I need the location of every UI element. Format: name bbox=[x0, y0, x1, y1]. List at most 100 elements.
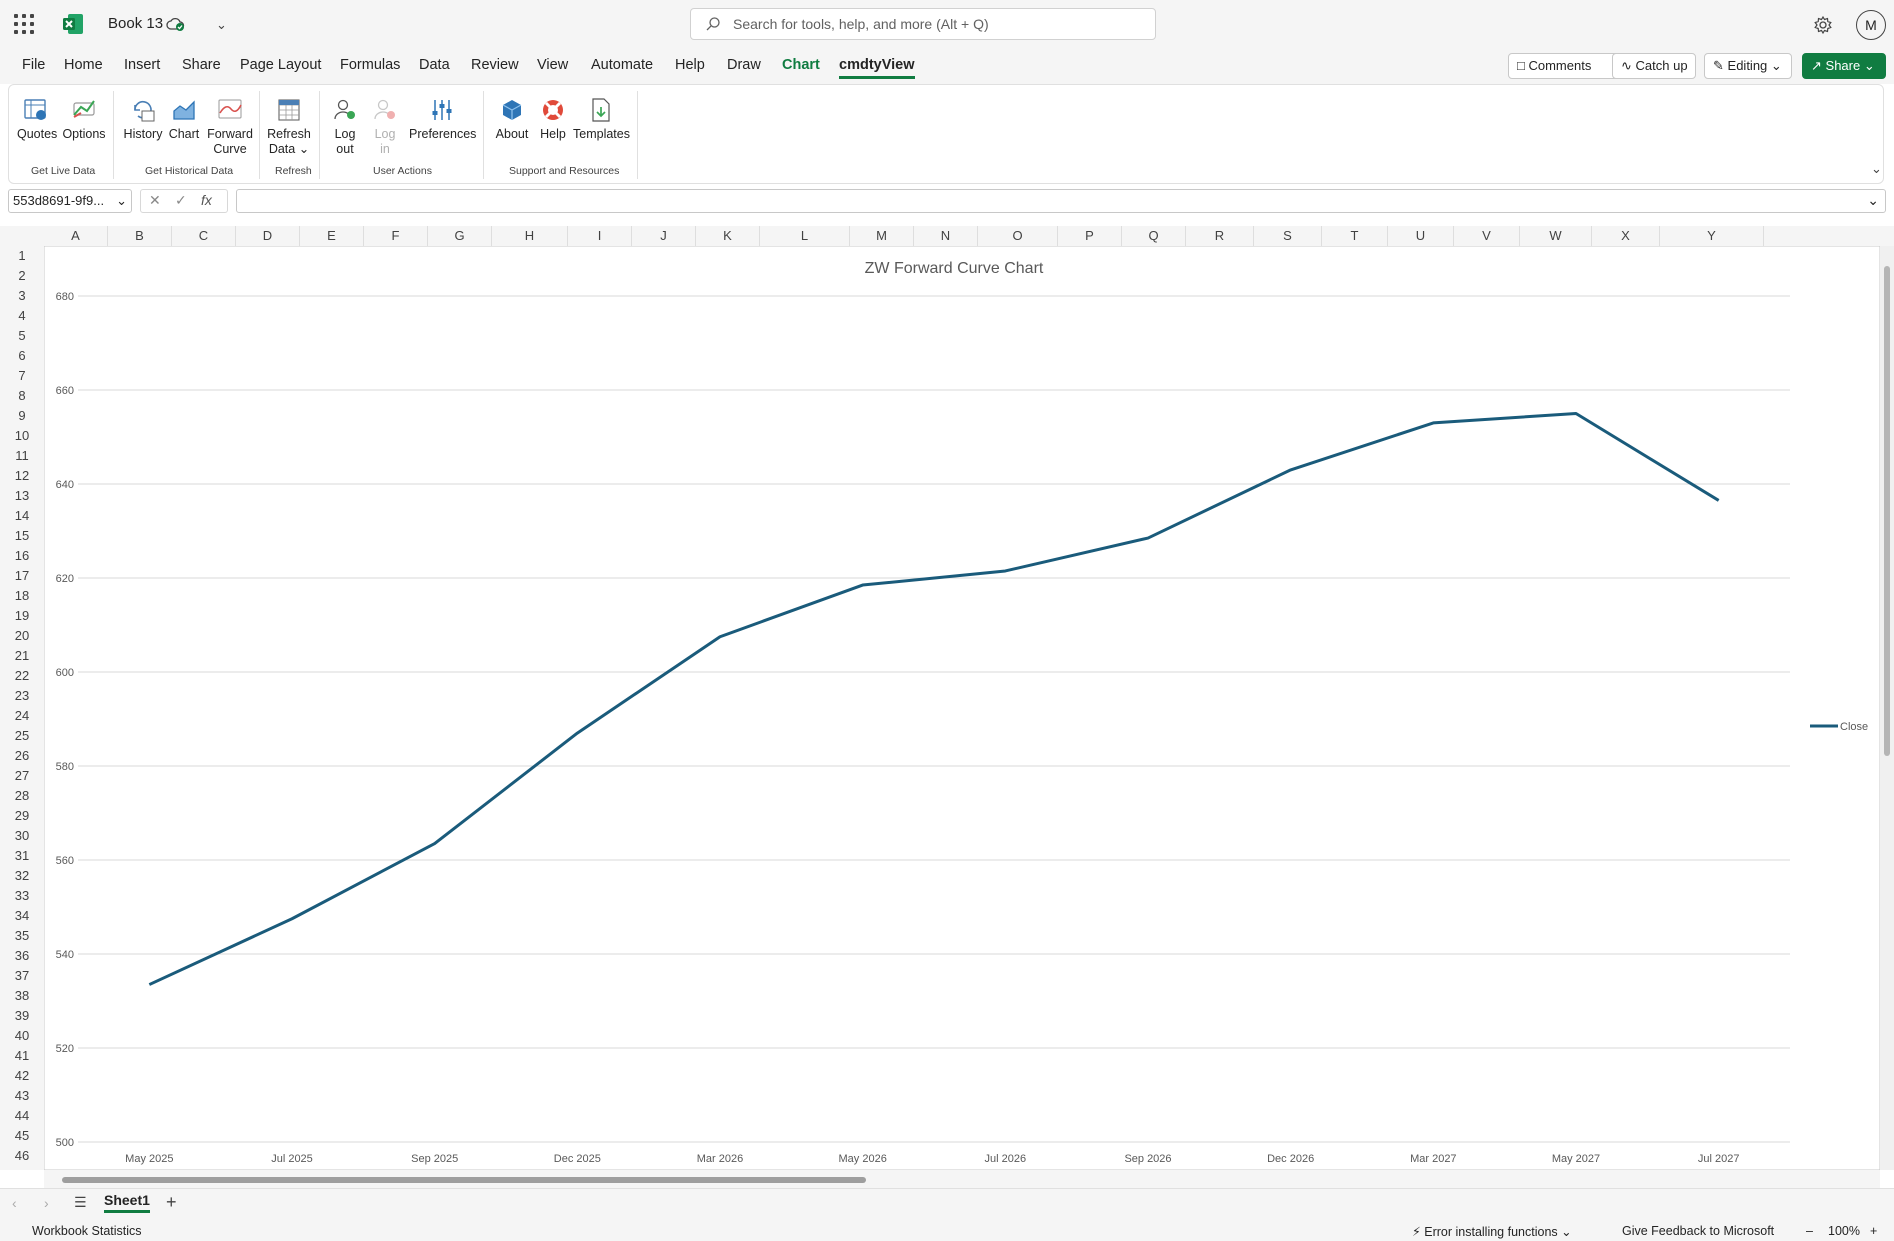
confirm-icon[interactable]: ✓ bbox=[175, 192, 187, 209]
row-header[interactable]: 10 bbox=[0, 426, 44, 446]
column-header[interactable]: G bbox=[428, 226, 492, 246]
chart-area[interactable] bbox=[44, 246, 1880, 1170]
row-header[interactable]: 31 bbox=[0, 846, 44, 866]
column-header[interactable]: I bbox=[568, 226, 632, 246]
row-header[interactable]: 25 bbox=[0, 726, 44, 746]
row-header[interactable]: 18 bbox=[0, 586, 44, 606]
column-header[interactable]: B bbox=[108, 226, 172, 246]
cancel-icon[interactable]: ✕ bbox=[149, 192, 161, 209]
row-header[interactable]: 3 bbox=[0, 286, 44, 306]
row-header[interactable]: 15 bbox=[0, 526, 44, 546]
error-status[interactable]: ⚡ Error installing functions ⌄ bbox=[1412, 1224, 1572, 1239]
row-header[interactable]: 22 bbox=[0, 666, 44, 686]
tab-review[interactable]: Review bbox=[471, 57, 519, 73]
column-header[interactable]: S bbox=[1254, 226, 1322, 246]
row-header[interactable]: 23 bbox=[0, 686, 44, 706]
row-header[interactable]: 14 bbox=[0, 506, 44, 526]
column-header[interactable]: V bbox=[1454, 226, 1520, 246]
log-in-button[interactable]: Log in bbox=[371, 97, 399, 157]
column-header[interactable]: P bbox=[1058, 226, 1122, 246]
about-button[interactable]: About bbox=[493, 97, 531, 142]
row-header[interactable]: 9 bbox=[0, 406, 44, 426]
row-header[interactable]: 26 bbox=[0, 746, 44, 766]
tab-file[interactable]: File bbox=[22, 57, 45, 73]
tab-data[interactable]: Data bbox=[419, 57, 450, 73]
row-header[interactable]: 44 bbox=[0, 1106, 44, 1126]
row-header[interactable]: 42 bbox=[0, 1066, 44, 1086]
insert-function-icon[interactable]: fx bbox=[201, 192, 212, 208]
column-header[interactable]: J bbox=[632, 226, 696, 246]
row-header[interactable]: 5 bbox=[0, 326, 44, 346]
cloud-saved-icon[interactable] bbox=[166, 16, 186, 32]
chevron-left-icon[interactable]: ‹ bbox=[12, 1195, 17, 1211]
search-box[interactable]: Search for tools, help, and more (Alt + … bbox=[690, 8, 1156, 40]
options-button[interactable]: Options bbox=[61, 97, 107, 142]
help-button[interactable]: Help bbox=[537, 97, 569, 142]
catch-up-button[interactable]: ∿ Catch up bbox=[1612, 53, 1696, 79]
column-header[interactable]: U bbox=[1388, 226, 1454, 246]
chevron-down-icon[interactable]: ⌄ bbox=[1867, 192, 1879, 209]
column-header[interactable]: N bbox=[914, 226, 978, 246]
column-header[interactable]: L bbox=[760, 226, 850, 246]
row-header[interactable]: 36 bbox=[0, 946, 44, 966]
preferences-button[interactable]: Preferences bbox=[409, 97, 476, 142]
editing-mode-button[interactable]: ✎ Editing ⌄ bbox=[1704, 53, 1792, 79]
chevron-down-icon[interactable]: ⌄ bbox=[1871, 161, 1882, 177]
row-header[interactable]: 16 bbox=[0, 546, 44, 566]
row-header[interactable]: 39 bbox=[0, 1006, 44, 1026]
gear-icon[interactable] bbox=[1812, 14, 1834, 36]
tab-share[interactable]: Share bbox=[182, 57, 221, 73]
row-header[interactable]: 17 bbox=[0, 566, 44, 586]
row-header[interactable]: 2 bbox=[0, 266, 44, 286]
column-header[interactable]: O bbox=[978, 226, 1058, 246]
row-header[interactable]: 19 bbox=[0, 606, 44, 626]
column-header[interactable]: K bbox=[696, 226, 760, 246]
row-header[interactable]: 43 bbox=[0, 1086, 44, 1106]
row-header[interactable]: 12 bbox=[0, 466, 44, 486]
avatar[interactable]: M bbox=[1856, 10, 1886, 40]
tab-insert[interactable]: Insert bbox=[124, 57, 160, 73]
zoom-level[interactable]: 100% bbox=[1828, 1224, 1860, 1238]
column-header[interactable]: Y bbox=[1660, 226, 1764, 246]
column-header[interactable]: T bbox=[1322, 226, 1388, 246]
workbook-title[interactable]: Book 13 bbox=[108, 15, 163, 32]
row-header[interactable]: 24 bbox=[0, 706, 44, 726]
tab-chart[interactable]: Chart bbox=[782, 57, 820, 73]
app-launcher-icon[interactable] bbox=[14, 14, 34, 34]
add-sheet-icon[interactable]: + bbox=[166, 1192, 177, 1213]
row-header[interactable]: 34 bbox=[0, 906, 44, 926]
column-header[interactable]: A bbox=[44, 226, 108, 246]
column-header[interactable]: X bbox=[1592, 226, 1660, 246]
row-header[interactable]: 27 bbox=[0, 766, 44, 786]
column-header[interactable]: E bbox=[300, 226, 364, 246]
row-header[interactable]: 37 bbox=[0, 966, 44, 986]
column-header[interactable]: C bbox=[172, 226, 236, 246]
tab-view[interactable]: View bbox=[537, 57, 568, 73]
horizontal-scroll-thumb[interactable] bbox=[62, 1177, 866, 1183]
quotes-button[interactable]: Quotes bbox=[17, 97, 57, 142]
row-header[interactable]: 6 bbox=[0, 346, 44, 366]
row-header[interactable]: 7 bbox=[0, 366, 44, 386]
column-header[interactable]: Q bbox=[1122, 226, 1186, 246]
tab-home[interactable]: Home bbox=[64, 57, 103, 73]
row-header[interactable]: 30 bbox=[0, 826, 44, 846]
tab-draw[interactable]: Draw bbox=[727, 57, 761, 73]
row-header[interactable]: 33 bbox=[0, 886, 44, 906]
refresh-data-button[interactable]: Refresh Data ⌄ bbox=[267, 97, 311, 157]
row-header[interactable]: 41 bbox=[0, 1046, 44, 1066]
chevron-right-icon[interactable]: › bbox=[44, 1195, 49, 1211]
log-out-button[interactable]: Log out bbox=[331, 97, 359, 157]
column-header[interactable]: W bbox=[1520, 226, 1592, 246]
chevron-down-icon[interactable]: ⌄ bbox=[216, 17, 227, 33]
row-header[interactable]: 13 bbox=[0, 486, 44, 506]
column-header[interactable]: R bbox=[1186, 226, 1254, 246]
row-header[interactable]: 38 bbox=[0, 986, 44, 1006]
sheet-list-icon[interactable]: ☰ bbox=[74, 1194, 87, 1211]
tab-page-layout[interactable]: Page Layout bbox=[240, 57, 321, 73]
tab-help[interactable]: Help bbox=[675, 57, 705, 73]
zoom-out-icon[interactable]: – bbox=[1806, 1224, 1813, 1238]
chart-button[interactable]: Chart bbox=[167, 97, 201, 142]
tab-cmdtyview[interactable]: cmdtyView bbox=[839, 57, 915, 79]
tab-automate[interactable]: Automate bbox=[591, 57, 653, 73]
row-header[interactable]: 4 bbox=[0, 306, 44, 326]
